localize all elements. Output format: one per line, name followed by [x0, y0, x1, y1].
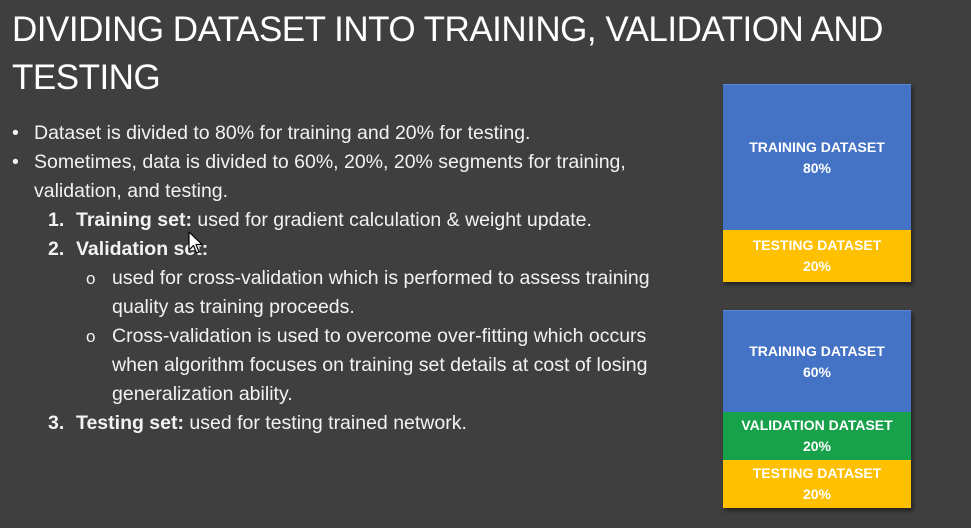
validation-block-20: VALIDATION DATASET 20%	[723, 412, 911, 460]
mouse-pointer-icon	[188, 231, 204, 260]
item-number: 2.	[48, 238, 65, 260]
block-percent: 20%	[802, 438, 832, 454]
item-text: used for testing trained network.	[183, 412, 467, 434]
testing-block-20: TESTING DATASET 20%	[723, 460, 911, 508]
bullet-text: Sometimes, data is divided to 60%, 20%, …	[34, 151, 626, 202]
bullet-text: Dataset is divided to 80% for training a…	[34, 122, 531, 144]
numbered-item-validation: 2. Validation set:	[12, 235, 692, 264]
split-80-20-diagram: TRAINING DATASET 80% TESTING DATASET 20%	[723, 84, 911, 282]
numbered-item-testing: 3. Testing set: used for testing trained…	[12, 409, 692, 438]
item-number: 3.	[48, 412, 65, 434]
testing-block-20: TESTING DATASET 20%	[723, 230, 911, 282]
hollow-circle-bullet-icon: o	[86, 327, 96, 346]
block-label: TRAINING DATASET	[749, 342, 885, 359]
item-label: Training set:	[76, 209, 192, 231]
block-percent: 20%	[802, 486, 832, 502]
block-label: TRAINING DATASET	[749, 138, 885, 155]
bullet-item: • Dataset is divided to 80% for training…	[12, 119, 692, 148]
item-label: Testing set:	[76, 412, 184, 434]
block-percent: 60%	[802, 363, 832, 380]
split-60-20-20-diagram: TRAINING DATASET 60% VALIDATION DATASET …	[723, 310, 911, 508]
numbered-item-training: 1. Training set: used for gradient calcu…	[12, 206, 692, 235]
block-percent: 20%	[802, 258, 832, 274]
bullet-item: • Sometimes, data is divided to 60%, 20%…	[12, 148, 692, 206]
slide-body: • Dataset is divided to 80% for training…	[12, 119, 692, 438]
training-block-60: TRAINING DATASET 60%	[723, 310, 911, 412]
block-label: TESTING DATASET	[752, 465, 882, 481]
bullet-dot-icon: •	[12, 122, 19, 144]
item-number: 1.	[48, 209, 65, 231]
sub-bullet-item: o Cross-validation is used to overcome o…	[12, 322, 692, 409]
training-block-80: TRAINING DATASET 80%	[723, 84, 911, 230]
block-label: VALIDATION DATASET	[741, 417, 893, 433]
item-text: used for gradient calculation & weight u…	[191, 209, 592, 231]
sub-bullet-text: used for cross-validation which is perfo…	[112, 267, 650, 318]
bullet-dot-icon: •	[12, 151, 19, 173]
hollow-circle-bullet-icon: o	[86, 269, 96, 288]
block-percent: 80%	[802, 159, 832, 176]
sub-bullet-item: o used for cross-validation which is per…	[12, 264, 692, 322]
sub-bullet-text: Cross-validation is used to overcome ove…	[112, 325, 648, 405]
block-label: TESTING DATASET	[752, 237, 882, 253]
